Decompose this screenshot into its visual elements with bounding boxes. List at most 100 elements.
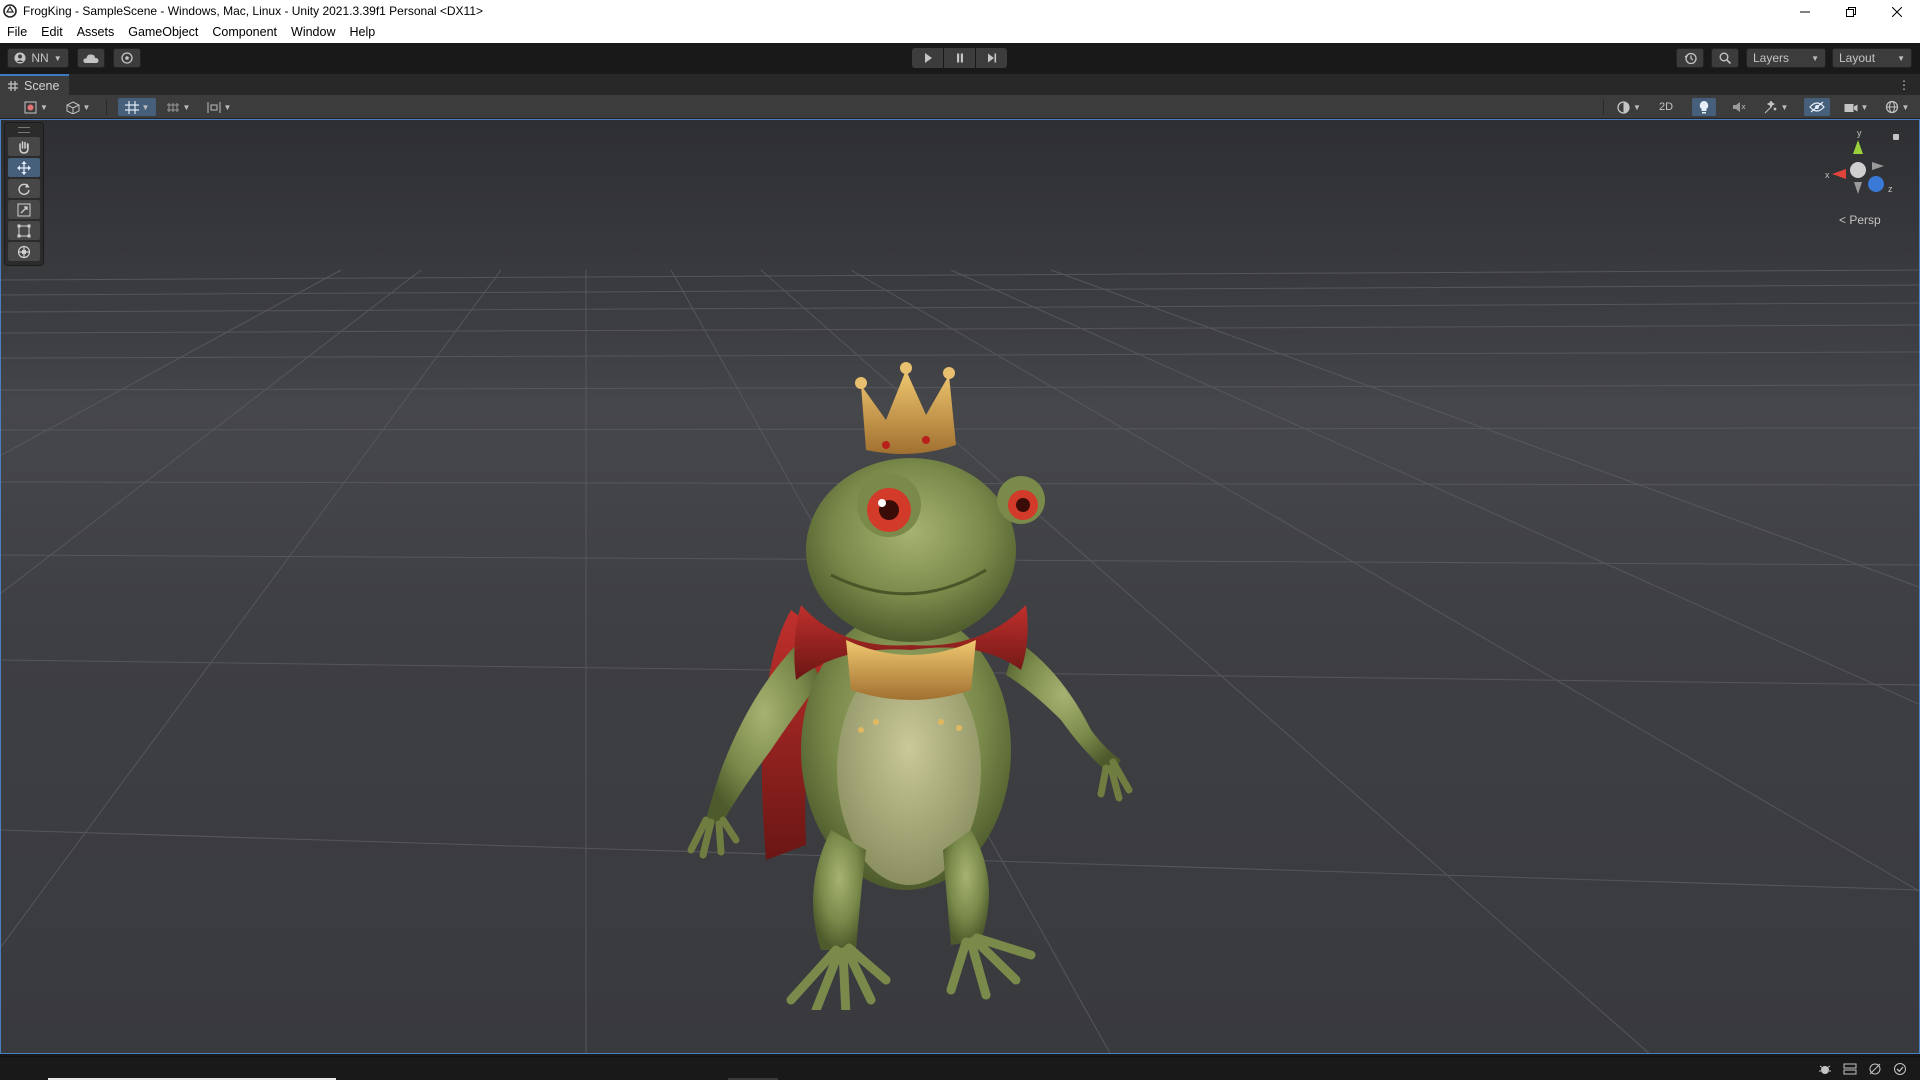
close-icon [1892,6,1902,17]
scene-visibility-toggle[interactable] [1804,98,1830,116]
undo-history-button[interactable] [1676,48,1704,68]
hand-tool[interactable] [8,137,40,156]
camera-icon [1844,103,1858,112]
chevron-down-icon: ▼ [1811,53,1819,63]
grid-toggle[interactable]: ▼ [118,98,156,116]
menu-file[interactable]: File [0,23,34,43]
chevron-down-icon: ▼ [223,102,232,112]
effects-icon [1764,100,1777,113]
draw-mode-dropdown[interactable]: ▼ [19,98,53,116]
step-button[interactable] [976,48,1007,68]
persp-label: Persp [1849,213,1881,227]
history-icon [1684,52,1697,64]
auto-generate-lighting-icon[interactable] [1867,1061,1883,1077]
menu-window[interactable]: Window [284,23,342,43]
chevron-down-icon: ▼ [53,53,62,63]
palette-grip-handle[interactable] [18,127,30,133]
gizmo-x-arrow[interactable] [1832,169,1846,179]
tools-palette [4,122,44,266]
toolbar-separator [106,99,107,115]
cloud-icon [83,53,99,63]
account-dropdown[interactable]: NN ▼ [7,48,69,68]
rotate-tool[interactable] [8,179,40,198]
light-bulb-icon [1699,101,1709,114]
hand-icon [19,140,29,154]
chevron-down-icon: ▼ [182,102,191,112]
unity-logo-icon [3,4,17,18]
cube-icon [66,100,80,114]
scene-viewport[interactable] [0,119,1920,1054]
audio-toggle[interactable] [1727,98,1751,116]
lighting-toggle[interactable] [1692,98,1716,116]
tab-scene[interactable]: Scene [0,74,70,96]
transform-icon [17,245,31,258]
effects-dropdown[interactable]: ▼ [1758,98,1794,116]
minimize-button[interactable] [1782,0,1828,23]
menu-assets[interactable]: Assets [70,23,122,43]
gizmo-neg-y-arrow[interactable] [1854,182,1862,194]
menu-help[interactable]: Help [342,23,382,43]
render-mode-dropdown[interactable]: ▼ [61,98,95,116]
check-status-icon[interactable] [1892,1061,1908,1077]
toolbar-separator [1603,99,1604,115]
cache-server-icon[interactable] [1842,1061,1858,1077]
gizmo-center[interactable] [1850,162,1866,178]
align-icon [207,101,221,113]
camera-dropdown[interactable]: ▼ [1839,98,1873,116]
scale-icon [17,203,31,216]
gizmo-x-label: x [1825,170,1830,180]
chevron-down-icon: ▼ [1901,102,1910,112]
search-button[interactable] [1711,48,1739,68]
gizmo-neg-x-arrow[interactable] [1872,162,1884,170]
move-tool[interactable] [8,158,40,177]
frog-king-model[interactable] [681,350,1161,1010]
layers-dropdown[interactable]: Layers ▼ [1746,48,1826,68]
eye-hidden-icon [1809,101,1825,113]
vertex-snap-dropdown[interactable]: ▼ [202,98,236,116]
chevron-down-icon: ▼ [1633,102,1641,112]
gizmo-y-arrow[interactable] [1853,140,1863,154]
move-arrows-icon [17,160,31,175]
window-title: FrogKing - SampleScene - Windows, Mac, L… [23,4,484,18]
debug-icon[interactable] [1817,1061,1833,1077]
scale-tool[interactable] [8,200,40,219]
menu-gameobject[interactable]: GameObject [121,23,205,43]
pause-button[interactable] [944,48,975,68]
projection-label[interactable]: < Persp [1839,213,1881,227]
rect-tool[interactable] [8,221,40,240]
perspective-arrow-icon: < [1839,213,1847,227]
toggle-2d-label: 2D [1658,101,1674,113]
snap-icon [166,102,179,112]
cloud-button[interactable] [77,48,105,68]
lock-icon[interactable] [1893,134,1899,140]
pause-icon [956,53,963,63]
play-button[interactable] [912,48,943,68]
shading-dropdown[interactable]: ▼ [1611,98,1647,116]
more-options-icon[interactable]: ⋮ [1898,78,1910,92]
chevron-down-icon: ▼ [1897,53,1905,63]
speaker-mute-icon [1733,102,1746,112]
account-icon [14,52,26,64]
transform-tool[interactable] [8,242,40,261]
toggle-2d-button[interactable]: 2D [1652,98,1680,116]
chevron-down-icon: ▼ [40,102,48,112]
draw-mode-icon [24,101,37,113]
layout-dropdown[interactable]: Layout ▼ [1832,48,1912,68]
restore-button[interactable] [1828,0,1874,23]
snap-increment-dropdown[interactable]: ▼ [161,98,195,116]
collab-button[interactable] [113,48,141,68]
gizmos-dropdown[interactable]: ▼ [1880,98,1914,116]
menu-component[interactable]: Component [205,23,284,43]
step-icon [987,53,996,63]
play-icon [924,53,932,63]
menu-edit[interactable]: Edit [34,23,70,43]
scene-tab-bar: Scene ⋮ [0,73,1920,96]
gizmo-icon [1885,100,1898,114]
rotate-icon [18,183,30,195]
orientation-gizmo[interactable]: y x z [1818,126,1898,202]
close-window-button[interactable] [1874,0,1920,23]
gizmo-z-arrow[interactable] [1868,176,1884,192]
scene-grid-icon [8,81,18,91]
window-controls [1782,0,1920,23]
gizmo-z-label: z [1888,184,1893,194]
